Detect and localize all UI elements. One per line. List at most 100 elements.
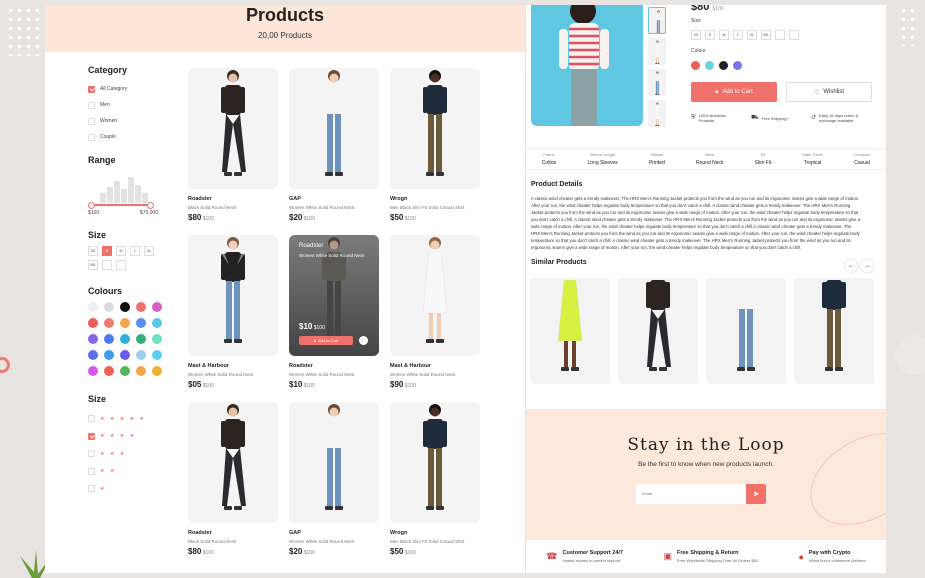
checkbox[interactable] (88, 101, 95, 109)
similar-product[interactable] (530, 278, 610, 384)
product-card[interactable]: Roadster Black Solid Round Neck $80 $100 (188, 68, 280, 222)
product-card[interactable]: Roadster Women White Solid Round Neck $10 … (289, 235, 381, 389)
size-option[interactable]: S (705, 30, 715, 40)
product-card[interactable]: Wrogn Men Black Slim Fit Solid Casual Shi… (390, 402, 482, 556)
size-option[interactable]: L (130, 246, 140, 256)
size-option[interactable] (775, 30, 785, 40)
colour-swatch[interactable] (120, 318, 130, 328)
colour-swatch[interactable] (719, 61, 728, 70)
colour-swatch[interactable] (88, 366, 98, 376)
size-option[interactable]: XXL (761, 30, 771, 40)
colour-swatch[interactable] (152, 334, 162, 344)
colour-swatch[interactable] (136, 366, 146, 376)
size-option[interactable]: XL (144, 246, 154, 256)
colour-swatch[interactable] (88, 318, 98, 328)
colour-swatch[interactable] (120, 366, 130, 376)
colour-swatch[interactable] (152, 366, 162, 376)
colour-swatch[interactable] (120, 350, 130, 360)
product-card[interactable]: GAP Women White Solid Round Neck $20 $100 (289, 402, 381, 556)
add-to-cart-button[interactable]: 🔒︎ Add to Cart (691, 82, 777, 102)
colour-swatch[interactable] (104, 318, 114, 328)
checkbox[interactable] (88, 85, 95, 93)
product-card[interactable]: GAP Women White Solid Round Neck $20 $100 (289, 68, 381, 222)
product-card[interactable]: Mast & Harbour Women White Solid Round Ne… (188, 235, 280, 389)
size-option[interactable]: XS (691, 30, 701, 40)
category-option[interactable]: Couple (88, 129, 173, 145)
rating-option[interactable]: ★ ★ ★ (88, 445, 173, 463)
size-option[interactable] (789, 30, 799, 40)
rating-option[interactable]: ★ ★ ★ ★ ★ (88, 410, 173, 428)
product-image[interactable] (188, 235, 278, 356)
product-card[interactable]: Roadster Black Solid Round Neck $80 $100 (188, 402, 280, 556)
colour-swatch[interactable] (104, 366, 114, 376)
product-image[interactable] (188, 402, 278, 523)
colour-swatch[interactable] (88, 350, 98, 360)
product-image[interactable] (188, 68, 278, 189)
rating-option[interactable]: ★ ★ ★ ★ (88, 428, 173, 446)
checkbox[interactable] (88, 450, 95, 458)
checkbox[interactable] (88, 432, 95, 440)
price-range-slider[interactable] (88, 202, 154, 209)
colour-swatch[interactable] (120, 334, 130, 344)
product-image[interactable] (390, 402, 480, 523)
spec-item: Fabric Cotton (542, 152, 557, 166)
heart-icon[interactable]: ♡ (359, 336, 368, 345)
size-option[interactable]: M (116, 246, 126, 256)
colour-swatch[interactable] (705, 61, 714, 70)
thumbnail[interactable] (648, 100, 666, 127)
category-option[interactable]: Women (88, 113, 173, 129)
rating-option[interactable]: ★ (88, 480, 173, 498)
colour-swatch[interactable] (152, 302, 162, 312)
prev-arrow-button[interactable]: ← (845, 260, 857, 272)
thumbnail[interactable] (648, 69, 666, 96)
colour-swatch[interactable] (104, 334, 114, 344)
colour-swatch[interactable] (136, 318, 146, 328)
product-image[interactable]: Roadster Women White Solid Round Neck $10 … (289, 235, 379, 356)
send-button[interactable]: ➤ (746, 484, 766, 504)
checkbox[interactable] (88, 133, 95, 141)
colour-swatch[interactable] (88, 334, 98, 344)
product-image[interactable] (289, 68, 379, 189)
colour-swatch[interactable] (136, 334, 146, 344)
product-card[interactable]: Mast & Harbour Women White Solid Round Ne… (390, 235, 482, 389)
size-option[interactable]: XL (747, 30, 757, 40)
colour-swatch[interactable] (88, 302, 98, 312)
category-option[interactable]: Men (88, 97, 173, 113)
checkbox[interactable] (88, 117, 95, 125)
similar-product[interactable] (794, 278, 874, 384)
colour-swatch[interactable] (104, 350, 114, 360)
product-image[interactable] (289, 402, 379, 523)
next-arrow-button[interactable]: → (861, 260, 873, 272)
add-to-cart-button[interactable]: 🔒︎ Add to Cart (299, 336, 353, 345)
colour-swatch[interactable] (152, 318, 162, 328)
similar-product[interactable] (618, 278, 698, 384)
colour-swatch[interactable] (733, 61, 742, 70)
similar-product[interactable] (706, 278, 786, 384)
wishlist-button[interactable]: ♡ Wishlist (786, 82, 872, 102)
checkbox[interactable] (88, 467, 95, 475)
category-option[interactable]: All Category (88, 81, 173, 97)
spec-item: Fit Slim Fit (755, 152, 772, 166)
thumbnail[interactable] (648, 7, 666, 34)
size-option[interactable]: L (733, 30, 743, 40)
email-field[interactable]: Email ➤ (636, 484, 766, 504)
colour-swatch[interactable] (136, 350, 146, 360)
checkbox[interactable] (88, 485, 95, 493)
colour-swatch[interactable] (152, 350, 162, 360)
product-image[interactable] (390, 68, 480, 189)
product-card[interactable]: Wrogn Men Black Slim Fit Solid Casual Shi… (390, 68, 482, 222)
checkbox[interactable] (88, 415, 95, 423)
colour-swatch[interactable] (120, 302, 130, 312)
size-option[interactable] (116, 260, 126, 270)
size-option[interactable]: M (719, 30, 729, 40)
colour-swatch[interactable] (104, 302, 114, 312)
size-option[interactable]: XXL (88, 260, 98, 270)
product-image[interactable] (390, 235, 480, 356)
rating-option[interactable]: ★ ★ (88, 463, 173, 481)
size-option[interactable]: XS (88, 246, 98, 256)
size-option[interactable]: S (102, 246, 112, 256)
size-option[interactable] (102, 260, 112, 270)
colour-swatch[interactable] (691, 61, 700, 70)
thumbnail[interactable] (648, 38, 666, 65)
colour-swatch[interactable] (136, 302, 146, 312)
